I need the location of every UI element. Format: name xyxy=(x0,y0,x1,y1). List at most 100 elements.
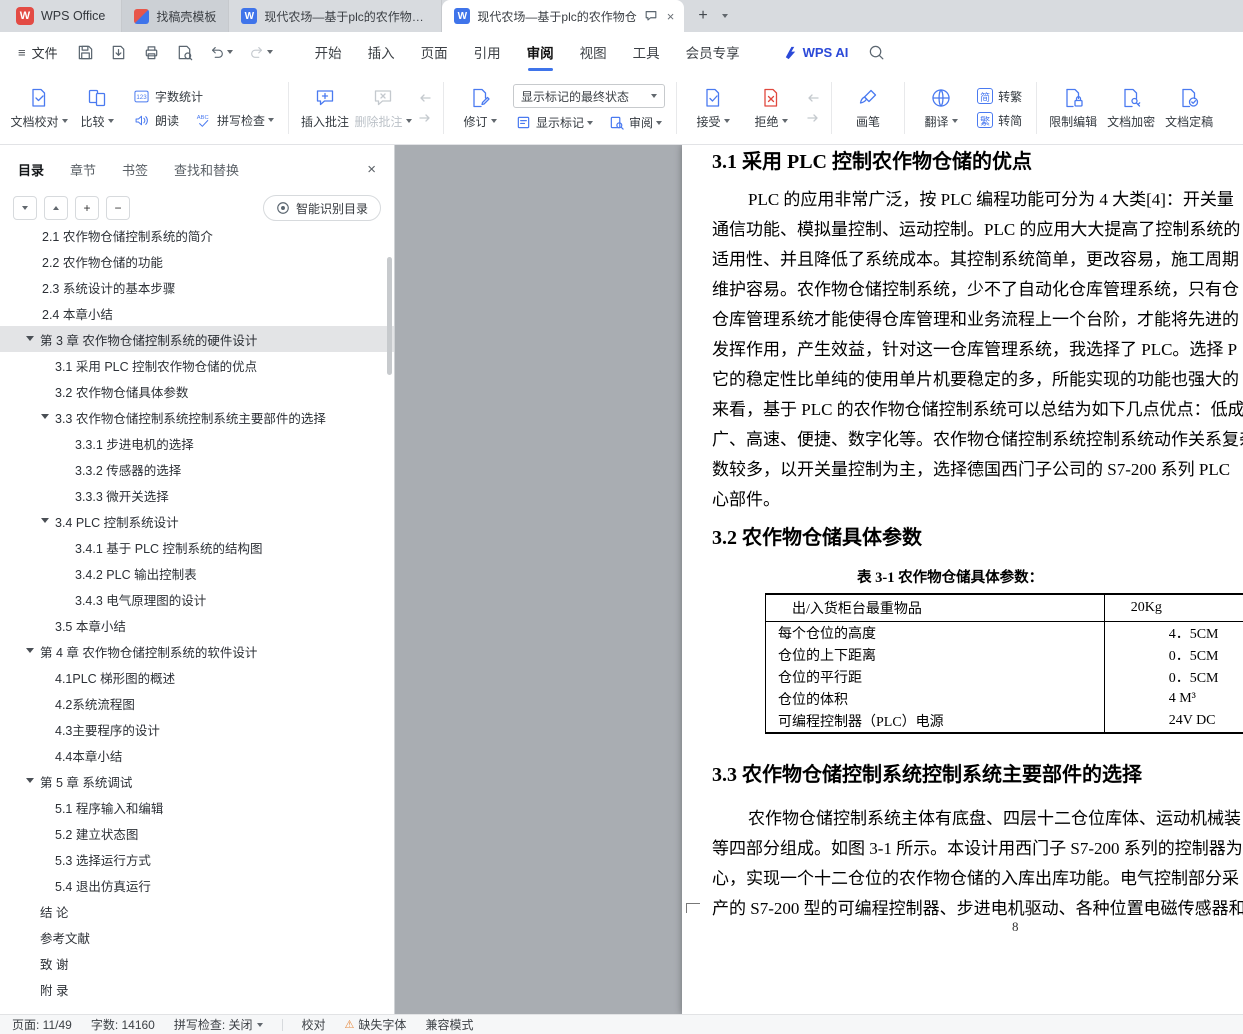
insert-comment-button[interactable]: 插入批注 xyxy=(296,77,354,139)
save-button[interactable] xyxy=(74,41,97,64)
toc-item[interactable]: 致 谢 xyxy=(0,950,394,976)
toc-item[interactable]: 2.4 本章小结 xyxy=(0,300,394,326)
track-changes-button[interactable]: 修订 xyxy=(451,77,509,139)
compat-mode-indicator[interactable]: 兼容模式 xyxy=(425,1016,473,1033)
expand-all-button[interactable] xyxy=(44,196,68,220)
redo-caret-icon[interactable] xyxy=(266,50,273,54)
toc-item[interactable]: 3.5 本章小结 xyxy=(0,612,394,638)
print-preview-button[interactable] xyxy=(173,41,196,64)
toc-item[interactable]: 5.3 选择运行方式 xyxy=(0,846,394,872)
delete-comment-button[interactable]: 删除批注 xyxy=(354,77,412,139)
markup-state-select[interactable]: 显示标记的最终状态 xyxy=(513,84,666,108)
menu-tab-页面[interactable]: 页面 xyxy=(408,37,461,67)
simplified-to-traditional-button[interactable]: 简 转繁 xyxy=(974,87,1025,106)
zoom-out-toc-button[interactable]: − xyxy=(106,196,130,220)
toc-item[interactable]: 3.4.3 电气原理图的设计 xyxy=(0,586,394,612)
word-count-indicator[interactable]: 字数: 14160 xyxy=(91,1016,155,1033)
accept-revision-button[interactable]: 接受 xyxy=(684,77,742,139)
undo-button[interactable] xyxy=(206,41,236,63)
close-tab-icon[interactable]: × xyxy=(667,9,675,24)
toc-item[interactable]: 4.3主要程序的设计 xyxy=(0,716,394,742)
menu-tab-工具[interactable]: 工具 xyxy=(620,37,673,67)
spellcheck-status[interactable]: 拼写检查: 关闭 xyxy=(174,1016,263,1033)
toc-item[interactable]: 5.2 建立状态图 xyxy=(0,820,394,846)
toc-scroll-area[interactable]: 2.1 农作物仓储控制系统的简介 2.2 农作物仓储的功能 2.3 系统设计的基本步… xyxy=(0,229,394,1014)
toc-item[interactable]: 3.3.2 传感器的选择 xyxy=(0,456,394,482)
reject-revision-button[interactable]: 拒绝 xyxy=(742,77,800,139)
menu-tab-插入[interactable]: 插入 xyxy=(355,37,408,67)
toc-item[interactable]: 第 3 章 农作物仓储控制系统的硬件设计 xyxy=(0,326,394,352)
menu-tab-开始[interactable]: 开始 xyxy=(302,37,355,67)
toc-item[interactable]: 3.4 PLC 控制系统设计 xyxy=(0,508,394,534)
search-button[interactable] xyxy=(868,44,885,61)
toc-item[interactable]: 4.1PLC 梯形图的概述 xyxy=(0,664,394,690)
file-menu-button[interactable]: ≡ 文件 xyxy=(10,43,66,62)
redo-button[interactable] xyxy=(246,41,276,63)
encrypt-doc-button[interactable]: 文档加密 xyxy=(1102,77,1160,139)
comment-bubble-icon[interactable] xyxy=(644,9,658,23)
sidebar-tab-目录[interactable]: 目录 xyxy=(18,160,44,179)
missing-font-warning[interactable]: ⚠ 缺失字体 xyxy=(345,1016,407,1033)
toc-item[interactable]: 第 5 章 系统调试 xyxy=(0,768,394,794)
toc-item[interactable]: 第 4 章 农作物仓储控制系统的软件设计 xyxy=(0,638,394,664)
tab-template-store[interactable]: 找稿壳模板 xyxy=(122,0,230,32)
expand-caret-icon[interactable] xyxy=(41,414,49,419)
spell-check-button[interactable]: ABC 拼写检查 xyxy=(192,111,277,130)
toc-item[interactable]: 4.4本章小结 xyxy=(0,742,394,768)
export-pdf-button[interactable] xyxy=(107,41,130,64)
toc-item[interactable]: 2.1 农作物仓储控制系统的简介 xyxy=(0,229,394,248)
page-indicator[interactable]: 页面: 11/49 xyxy=(12,1016,72,1033)
tab-list-caret-icon[interactable] xyxy=(721,14,728,18)
smart-toc-button[interactable]: 智能识别目录 xyxy=(262,195,381,221)
tab-document-1[interactable]: W 现代农场—基于plc的农作物仓储控制 xyxy=(229,0,443,32)
doc-proofread-button[interactable]: 文档校对 xyxy=(10,77,68,139)
undo-caret-icon[interactable] xyxy=(226,50,233,54)
toc-item[interactable]: 5.4 退出仿真运行 xyxy=(0,872,394,898)
wps-launcher-button[interactable]: W WPS Office xyxy=(0,0,123,32)
toc-item[interactable]: 2.2 农作物仓储的功能 xyxy=(0,248,394,274)
expand-caret-icon[interactable] xyxy=(41,518,49,523)
expand-caret-icon[interactable] xyxy=(26,648,34,653)
toc-item[interactable]: 3.4.2 PLC 输出控制表 xyxy=(0,560,394,586)
toc-item[interactable]: 3.1 采用 PLC 控制农作物仓储的优点 xyxy=(0,352,394,378)
read-aloud-button[interactable]: 朗读 xyxy=(130,111,182,130)
toc-item[interactable]: 4.2系统流程图 xyxy=(0,690,394,716)
collapse-all-button[interactable] xyxy=(13,196,37,220)
toc-item[interactable]: 3.3 农作物仓储控制系统控制系统主要部件的选择 xyxy=(0,404,394,430)
expand-caret-icon[interactable] xyxy=(26,778,34,783)
document-page[interactable]: 3.1 采用 PLC 控制农作物仓储的优点 PLC 的应用非常广泛，按 PLC … xyxy=(682,145,1243,1014)
menu-tab-会员专享[interactable]: 会员专享 xyxy=(673,37,753,67)
next-revision-button[interactable] xyxy=(802,110,824,126)
expand-caret-icon[interactable] xyxy=(26,336,34,341)
next-comment-button[interactable] xyxy=(414,110,436,126)
sidebar-scrollbar[interactable] xyxy=(387,257,392,375)
restrict-editing-button[interactable]: 限制编辑 xyxy=(1044,77,1102,139)
show-markup-button[interactable]: 显示标记 xyxy=(513,113,596,132)
compare-button[interactable]: 比较 xyxy=(68,77,126,139)
tab-document-2-active[interactable]: W 现代农场—基于plc的农作物仓 × xyxy=(442,0,685,32)
translate-button[interactable]: 翻译 xyxy=(912,77,970,139)
wps-ai-button[interactable]: WPS AI xyxy=(783,45,848,60)
sidebar-tab-章节[interactable]: 章节 xyxy=(70,160,96,179)
toc-item[interactable]: 2.3 系统设计的基本步骤 xyxy=(0,274,394,300)
new-tab-button[interactable]: + xyxy=(698,7,707,25)
toc-item[interactable]: 附 录 xyxy=(0,976,394,1002)
word-count-button[interactable]: 123 字数统计 xyxy=(130,87,277,106)
menu-tab-引用[interactable]: 引用 xyxy=(461,37,514,67)
traditional-to-simplified-button[interactable]: 繁 转简 xyxy=(974,111,1025,130)
review-pane-button[interactable]: 审阅 xyxy=(606,113,665,132)
sidebar-tab-书签[interactable]: 书签 xyxy=(122,160,148,179)
previous-comment-button[interactable] xyxy=(414,90,436,106)
zoom-in-toc-button[interactable]: + xyxy=(75,196,99,220)
toc-item[interactable]: 3.3.1 步进电机的选择 xyxy=(0,430,394,456)
close-sidebar-icon[interactable]: × xyxy=(367,161,376,178)
document-canvas[interactable]: 3.1 采用 PLC 控制农作物仓储的优点 PLC 的应用非常广泛，按 PLC … xyxy=(395,145,1243,1014)
finalize-doc-button[interactable]: 文档定稿 xyxy=(1160,77,1218,139)
menu-tab-视图[interactable]: 视图 xyxy=(567,37,620,67)
print-button[interactable] xyxy=(140,41,163,64)
ink-pen-button[interactable]: 画笔 xyxy=(839,77,897,139)
toc-item[interactable]: 结 论 xyxy=(0,898,394,924)
toc-item[interactable]: 3.3.3 微开关选择 xyxy=(0,482,394,508)
toc-item[interactable]: 3.4.1 基于 PLC 控制系统的结构图 xyxy=(0,534,394,560)
toc-item[interactable]: 参考文献 xyxy=(0,924,394,950)
